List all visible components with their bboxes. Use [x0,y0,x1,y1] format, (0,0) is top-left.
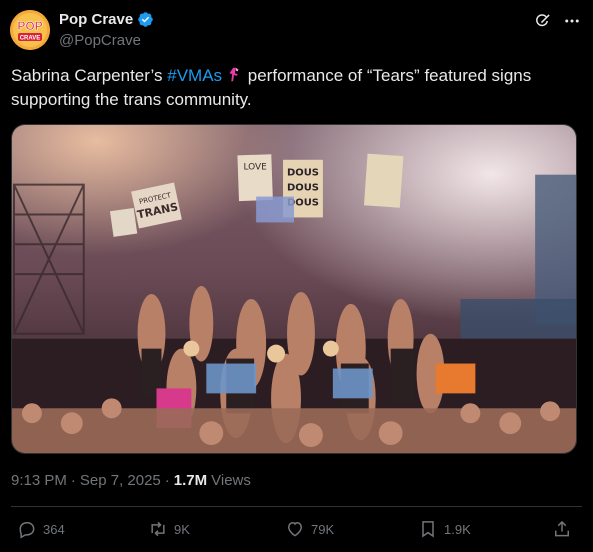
bookmark-icon [422,521,434,538]
hashtag-link[interactable]: #VMAs [167,66,222,85]
heart-icon [287,521,303,537]
grok-button[interactable] [533,12,551,30]
avatar-logo-bottom: CRAVE [20,36,41,42]
verified-badge-icon[interactable] [137,11,154,28]
bookmark-button[interactable]: 1.9K [418,519,471,539]
divider [11,506,582,507]
tweet-text-before: Sabrina Carpenter’s [11,66,168,85]
reply-icon [19,522,35,539]
tweet-time[interactable]: 9:13 PM [11,472,67,489]
vma-moonperson-emoji-icon [229,67,239,82]
share-icon [555,520,569,537]
repost-button[interactable]: 9K [148,519,190,539]
meta-separator: · [70,472,76,489]
avatar[interactable]: POP CRAVE [10,10,50,50]
reply-count: 364 [43,521,65,537]
tweet-text: Sabrina Carpenter’s #VMAs performance of… [11,64,571,112]
name-row: Pop Crave [59,11,154,28]
avatar-logo-top: POP [17,19,42,33]
like-button[interactable]: 79K [285,519,334,539]
repost-count: 9K [174,521,190,537]
views-label: Views [211,472,251,489]
views-count[interactable]: 1.7M [174,472,207,489]
pop-crave-logo: POP CRAVE [10,10,50,50]
tweet-media-image[interactable]: LOVE DOUS DOUS DOUS PROTECT TRANS [11,124,577,454]
handle[interactable]: @PopCrave [59,32,141,49]
display-name[interactable]: Pop Crave [59,11,133,28]
tweet-meta: 9:13 PM · Sep 7, 2025 · 1.7M Views [11,472,251,489]
sign-dous-1: DOUS [287,168,319,179]
tweet-date[interactable]: Sep 7, 2025 [80,472,161,489]
more-options-button[interactable] [563,12,581,30]
tweet-header: POP CRAVE Pop Crave @PopCrave [10,10,583,54]
share-button[interactable] [552,519,572,539]
performance-photo: LOVE DOUS DOUS DOUS PROTECT TRANS [12,125,576,453]
sign-love: LOVE [243,163,267,173]
sign-dous-2: DOUS [287,183,319,194]
bookmark-count: 1.9K [444,521,471,537]
like-count: 79K [311,521,335,537]
action-bar: 364 9K 79K 1.9K [11,519,583,545]
repost-icon [151,521,165,537]
grok-icon [536,14,550,27]
more-horizontal-icon [565,19,579,23]
reply-button[interactable]: 364 [17,519,65,539]
meta-separator-2: · [164,472,170,489]
